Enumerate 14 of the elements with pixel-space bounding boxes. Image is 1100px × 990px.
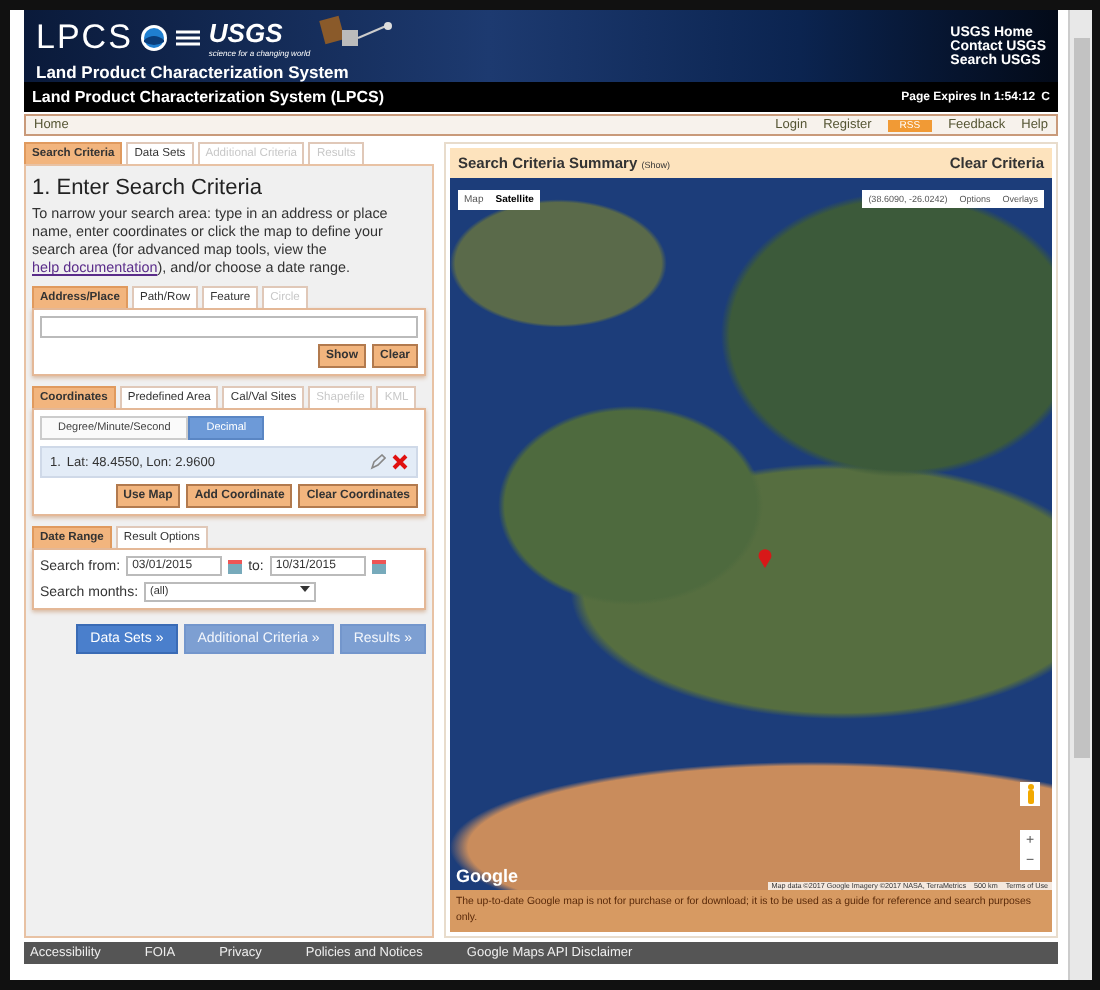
delete-icon[interactable]	[392, 454, 408, 470]
logo-text: LPCS	[36, 18, 133, 58]
scrollbar-thumb[interactable]	[1073, 38, 1089, 758]
system-name: Land Product Characterization System	[36, 62, 351, 82]
calendar-icon[interactable]	[371, 559, 386, 573]
caret-icon	[300, 586, 311, 594]
agency-name: USGS	[208, 18, 285, 48]
section-heading: 1. Enter Search Criteria	[32, 176, 264, 200]
page-title: Land Product Characterization System (LPCS)	[32, 88, 385, 106]
address-field[interactable]	[40, 316, 418, 338]
globe-icon	[140, 24, 169, 52]
calendar-icon[interactable]	[228, 559, 243, 573]
person-icon[interactable]	[1025, 784, 1035, 805]
edit-icon[interactable]	[370, 454, 386, 470]
